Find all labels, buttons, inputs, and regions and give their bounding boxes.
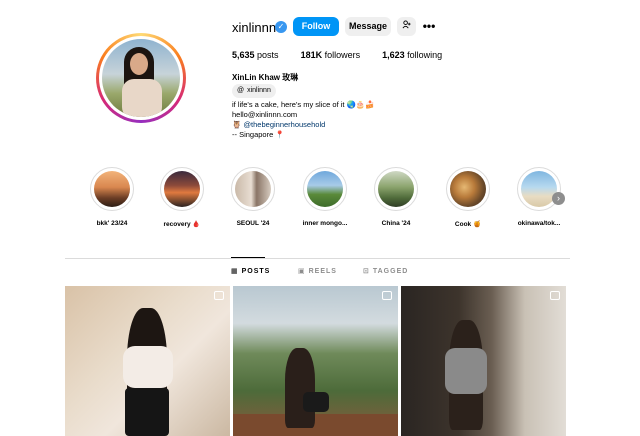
- post-thumbnail[interactable]: [65, 286, 230, 436]
- post-figure: [285, 348, 315, 428]
- ellipsis-icon[interactable]: •••: [421, 17, 437, 36]
- person-plus-icon[interactable]: [397, 17, 416, 36]
- carousel-icon: [214, 291, 224, 300]
- post-figure-top: [123, 346, 173, 388]
- avatar-face: [130, 53, 148, 75]
- tag-icon: ⊡: [363, 268, 370, 275]
- highlight-label: bkk' 23/24: [96, 220, 128, 227]
- tab-tagged-label: TAGGED: [372, 267, 409, 275]
- post-figure-skirt: [125, 388, 169, 436]
- highlight-cover: [235, 171, 271, 207]
- post-thumbnail[interactable]: [401, 286, 566, 436]
- profile-full-name: XinLin Khaw 玫琳: [232, 73, 299, 82]
- highlight-cover: [307, 171, 343, 207]
- profile-bio: if life's a cake, here's my slice of it …: [232, 100, 375, 140]
- highlight-label: SEOUL '24: [236, 220, 270, 227]
- reels-icon: ▣: [298, 268, 306, 275]
- bio-link[interactable]: @thebeginnerhousehold: [243, 120, 325, 129]
- highlight-item[interactable]: SEOUL '24: [225, 167, 281, 227]
- followers-stat[interactable]: 181K followers: [301, 50, 361, 60]
- post-thumbnail[interactable]: [233, 286, 398, 436]
- highlight-ring: [517, 167, 561, 211]
- highlight-label: China '24: [381, 220, 411, 227]
- following-stat[interactable]: 1,623 following: [382, 50, 442, 60]
- highlight-cover: [164, 171, 200, 207]
- followers-label: followers: [324, 50, 361, 60]
- highlight-cover: [521, 171, 557, 207]
- posts-label: posts: [257, 50, 279, 60]
- threads-handle: xinlinnn: [247, 87, 271, 94]
- highlight-cover: [450, 171, 486, 207]
- highlight-label: okinawa/tok...: [517, 220, 561, 227]
- highlight-cover: [94, 171, 130, 207]
- bio-emoji: 🦉: [232, 120, 242, 129]
- avatar-photo: [102, 39, 180, 117]
- highlight-ring: [160, 167, 204, 211]
- chevron-right-icon[interactable]: ›: [552, 192, 565, 205]
- posts-stat: 5,635 posts: [232, 50, 279, 60]
- highlight-ring: [374, 167, 418, 211]
- tabs-divider: [65, 258, 570, 259]
- highlight-cover: [378, 171, 414, 207]
- active-tab-indicator: [231, 257, 265, 258]
- profile-stats: 5,635 posts 181K followers 1,623 followi…: [232, 50, 442, 60]
- highlight-ring: [303, 167, 347, 211]
- reel-icon: [382, 291, 392, 300]
- posts-count: 5,635: [232, 50, 255, 60]
- post-railing: [233, 414, 398, 436]
- post-figure-bag: [303, 392, 329, 412]
- tab-tagged[interactable]: ⊡ TAGGED: [363, 267, 409, 276]
- threads-badge[interactable]: @ xinlinnn: [232, 84, 276, 98]
- bio-line-3: 🦉 @thebeginnerhousehold: [232, 120, 375, 130]
- tab-posts-label: POSTS: [241, 267, 271, 275]
- highlight-item[interactable]: China '24: [368, 167, 424, 227]
- avatar-body: [122, 79, 162, 117]
- post-figure-dress: [445, 348, 487, 394]
- highlight-label: recovery 🩸: [163, 221, 201, 228]
- highlight-item[interactable]: inner mongo...: [297, 167, 353, 227]
- message-button[interactable]: Message: [345, 17, 391, 36]
- followers-count: 181K: [300, 50, 323, 60]
- profile-avatar[interactable]: [96, 33, 186, 123]
- highlight-ring: [231, 167, 275, 211]
- bio-line-1: if life's a cake, here's my slice of it …: [232, 100, 375, 109]
- person-plus-svg: [402, 20, 411, 29]
- threads-icon: @: [237, 87, 245, 94]
- following-label: following: [407, 50, 443, 60]
- carousel-icon: [550, 291, 560, 300]
- following-count: 1,623: [382, 50, 405, 60]
- avatar-border: [99, 36, 183, 120]
- tab-posts[interactable]: ▦ POSTS: [231, 267, 271, 276]
- highlight-ring: [446, 167, 490, 211]
- highlight-label: Cook 🍯: [454, 221, 482, 228]
- highlight-item[interactable]: Cook 🍯: [440, 167, 496, 228]
- follow-button[interactable]: Follow: [293, 17, 339, 36]
- grid-icon: ▦: [231, 268, 239, 275]
- bio-line-4: -- Singapore 📍: [232, 130, 285, 139]
- highlight-item[interactable]: bkk' 23/24: [84, 167, 140, 227]
- highlight-label: inner mongo...: [302, 220, 348, 227]
- tab-reels[interactable]: ▣ REELS: [298, 267, 337, 276]
- verified-badge-icon: ✓: [275, 21, 287, 33]
- highlight-ring: [90, 167, 134, 211]
- profile-username: xinlinnn: [232, 20, 277, 35]
- highlight-item[interactable]: recovery 🩸: [154, 167, 210, 228]
- tab-reels-label: REELS: [308, 267, 337, 275]
- bio-line-2: hello@xinlinnn.com: [232, 110, 298, 119]
